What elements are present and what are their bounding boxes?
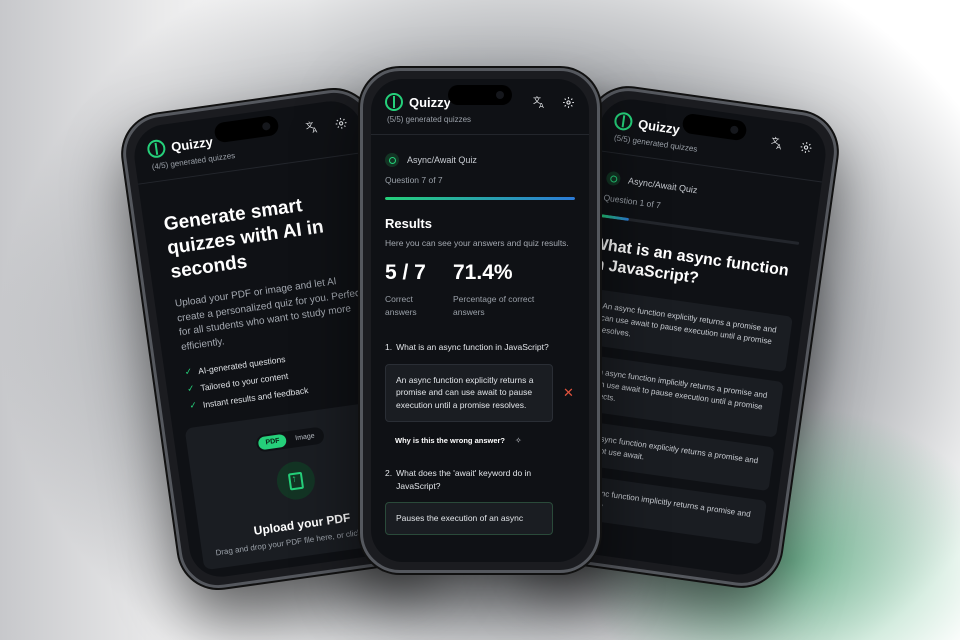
question-text: 1. What is an async function in JavaScri… <box>385 341 549 352</box>
percent-label: Percentage of correct answers <box>453 294 535 318</box>
result-question-1: 1. What is an async function in JavaScri… <box>385 341 575 445</box>
quiz-name: Async/Await Quiz <box>627 175 699 196</box>
gear-icon[interactable] <box>333 115 349 131</box>
results-section: Results Here you can see your answers an… <box>371 200 589 536</box>
check-icon: ✓ <box>184 366 193 378</box>
score-value: 5 / 7 <box>385 261 426 285</box>
quiz-icon <box>385 153 399 167</box>
feature-list: ✓ AI-generated questions ✓ Tailored to you… <box>184 341 378 412</box>
hero-description: Upload your PDF or image and let AI crea… <box>174 276 364 353</box>
answer-row: An async function explicitly returns a p… <box>385 363 575 422</box>
why-wrong-label: Why is this the wrong answer? <box>395 435 506 445</box>
answer-row: Pauses the execution of an async <box>385 502 575 536</box>
stat-correct: 5 / 7 Correct answers <box>385 261 431 319</box>
gear-icon[interactable] <box>561 95 575 109</box>
svg-text:A: A <box>539 102 544 109</box>
results-title: Results <box>385 216 432 231</box>
translate-icon[interactable]: 文A <box>770 135 786 151</box>
sparkle-icon: ✧ <box>515 435 522 445</box>
dynamic-island <box>448 85 512 105</box>
check-icon: ✓ <box>188 399 198 411</box>
translate-icon[interactable]: 文A <box>533 95 547 109</box>
brand-name: Quizzy <box>637 115 681 137</box>
stat-percentage: 71.4% Percentage of correct answers <box>453 261 553 319</box>
toggle-image[interactable]: Image <box>288 429 323 447</box>
brand-name: Quizzy <box>409 94 451 110</box>
source-toggle: PDF Image <box>255 426 325 453</box>
check-icon: ✓ <box>186 383 196 395</box>
percent-value: 71.4% <box>453 261 513 285</box>
toggle-pdf[interactable]: PDF <box>257 433 288 451</box>
gear-icon[interactable] <box>798 139 814 155</box>
brain-logo-icon <box>385 93 403 111</box>
wrong-answer-icon: ✕ <box>563 384 574 400</box>
quiz-name: Async/Await Quiz <box>407 155 477 165</box>
quiz-name-row: Async/Await Quiz <box>385 153 575 167</box>
stats-row: 5 / 7 Correct answers 71.4% Percentage o… <box>385 261 575 319</box>
quiz-header: Async/Await Quiz Question 7 of 7 <box>371 135 589 200</box>
quiz-icon <box>605 170 622 187</box>
screen-results: Quizzy (5/5) generated quizzes 文A Async/… <box>371 79 589 562</box>
selected-answer: Pauses the execution of an async <box>385 502 553 536</box>
header-actions: 文A <box>533 95 575 109</box>
brain-logo-icon <box>146 138 167 159</box>
selected-answer: An async function explicitly returns a p… <box>385 363 553 422</box>
question-counter: Question 7 of 7 <box>385 175 443 185</box>
results-subtitle: Here you can see your answers and quiz r… <box>385 238 569 248</box>
brand-name: Quizzy <box>170 133 214 155</box>
score-label: Correct answers <box>385 294 417 318</box>
result-question-2: 2. What does the 'await' keyword do in J… <box>385 467 575 536</box>
hero-title: Generate smart quizzes with AI in second… <box>162 195 325 283</box>
upload-file-icon <box>274 459 318 503</box>
quota-text: (5/5) generated quizzes <box>387 115 472 124</box>
brain-logo-icon <box>613 111 634 132</box>
svg-text:A: A <box>776 143 782 151</box>
phone-center: Quizzy (5/5) generated quizzes 文A Async/… <box>360 68 600 573</box>
translate-icon[interactable]: 文A <box>305 119 321 135</box>
why-wrong-button[interactable]: Why is this the wrong answer? ✧ <box>395 436 575 445</box>
question-text: 2. What does the 'await' keyword do in J… <box>385 467 532 491</box>
